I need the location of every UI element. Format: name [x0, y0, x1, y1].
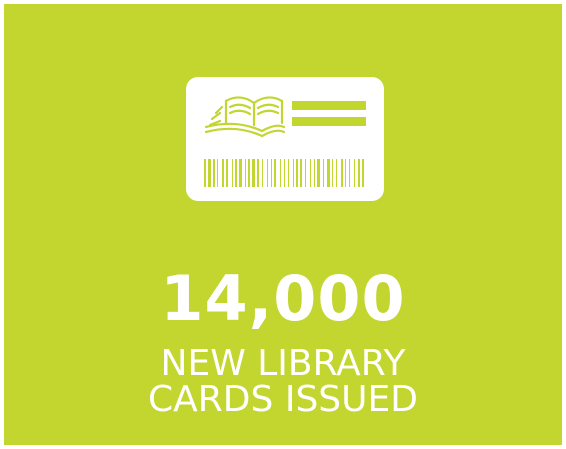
- stat-value: 14,000: [160, 262, 406, 335]
- stat-label-line-1: NEW LIBRARY: [160, 343, 406, 384]
- library-card-icon: [186, 77, 384, 201]
- stat-tile: 14,000 NEW LIBRARY CARDS ISSUED: [4, 4, 562, 445]
- stat-label-line-2: CARDS ISSUED: [148, 379, 418, 420]
